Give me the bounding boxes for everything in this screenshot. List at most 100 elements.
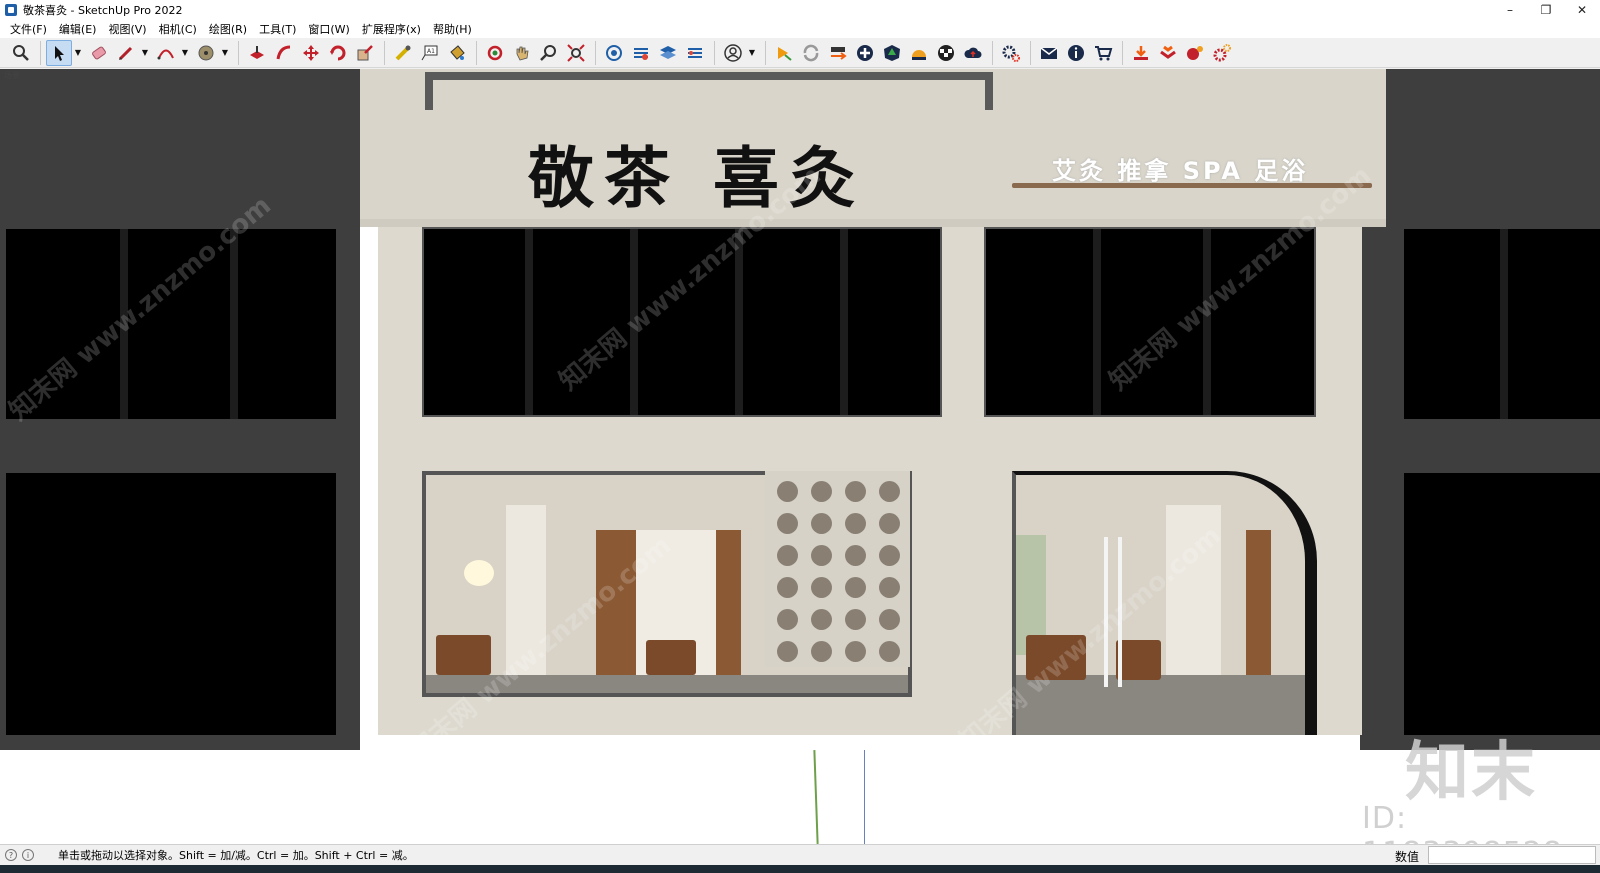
cart-icon bbox=[1095, 45, 1113, 60]
plugin-tool-12[interactable] bbox=[1209, 40, 1235, 66]
rotate-tool[interactable] bbox=[325, 40, 351, 66]
arc-tool[interactable] bbox=[153, 40, 179, 66]
wood-screen bbox=[716, 530, 741, 680]
plugin-tool-4[interactable] bbox=[852, 40, 878, 66]
layer-tool[interactable] bbox=[655, 40, 681, 66]
checker-sphere-icon bbox=[938, 44, 954, 61]
plugin-tool-8[interactable] bbox=[960, 40, 986, 66]
pencil-dropdown-caret[interactable]: ▼ bbox=[140, 40, 150, 66]
perforation-hole bbox=[879, 481, 900, 502]
left-lower-window bbox=[6, 473, 336, 735]
shape-dropdown-caret[interactable]: ▼ bbox=[220, 40, 230, 66]
perforation-hole bbox=[777, 577, 798, 598]
wood-screen bbox=[1246, 530, 1271, 680]
move-tool[interactable] bbox=[298, 40, 324, 66]
cart-tool[interactable] bbox=[1090, 40, 1116, 66]
perforation-hole bbox=[845, 481, 866, 502]
perforation-hole bbox=[845, 513, 866, 534]
perforation-hole bbox=[811, 481, 832, 502]
right-lower-window bbox=[1404, 473, 1600, 735]
extension-warehouse-tool[interactable] bbox=[628, 40, 654, 66]
plugin-tool-2[interactable] bbox=[798, 40, 824, 66]
follow-me-tool[interactable] bbox=[271, 40, 297, 66]
plugin-tool-1[interactable] bbox=[771, 40, 797, 66]
menu-help[interactable]: 帮助(H) bbox=[427, 21, 478, 37]
text-tool[interactable]: A1 bbox=[417, 40, 443, 66]
pan-tool[interactable] bbox=[509, 40, 535, 66]
settings-tool[interactable] bbox=[998, 40, 1024, 66]
warehouse-tool[interactable] bbox=[601, 40, 627, 66]
paint-bucket-tool[interactable] bbox=[444, 40, 470, 66]
credits-icon[interactable]: i bbox=[22, 849, 34, 861]
pencil-tool[interactable] bbox=[113, 40, 139, 66]
half-sun-icon bbox=[912, 49, 926, 60]
account-tool[interactable] bbox=[720, 40, 746, 66]
lounge-chair bbox=[646, 640, 696, 675]
mail-icon bbox=[1040, 46, 1058, 59]
tape-measure-tool[interactable] bbox=[390, 40, 416, 66]
shape-tool[interactable] bbox=[193, 40, 219, 66]
geolocation-icon[interactable]: ? bbox=[5, 849, 17, 861]
right-mullion bbox=[1500, 229, 1508, 419]
menu-view[interactable]: 视图(V) bbox=[102, 21, 152, 37]
plugin-tool-3[interactable] bbox=[825, 40, 851, 66]
menu-tools[interactable]: 工具(T) bbox=[253, 21, 302, 37]
model-viewport[interactable]: 场景 敬茶 喜灸 艾灸 推拿 SPA 足浴 知末网 www.znzmo.com … bbox=[0, 69, 1600, 844]
close-button[interactable]: ✕ bbox=[1564, 0, 1600, 20]
menu-bar: 文件(F) 编辑(E) 视图(V) 相机(C) 绘图(R) 工具(T) 窗口(W… bbox=[0, 20, 1600, 38]
minimize-button[interactable]: – bbox=[1492, 0, 1528, 20]
zoom-extents-tool[interactable] bbox=[563, 40, 589, 66]
maximize-button[interactable]: ❐ bbox=[1528, 0, 1564, 20]
perforation-hole bbox=[879, 545, 900, 566]
warehouse-icon bbox=[606, 44, 622, 61]
toolbar-separator bbox=[595, 40, 596, 65]
info-tool[interactable] bbox=[1063, 40, 1089, 66]
plugin-tool-10[interactable] bbox=[1155, 40, 1181, 66]
perforation-hole bbox=[777, 481, 798, 502]
watermark-id: ID: 1183398528 bbox=[1362, 801, 1562, 844]
plugin-tool-11[interactable] bbox=[1182, 40, 1208, 66]
layers-icon bbox=[660, 45, 676, 59]
menu-camera[interactable]: 相机(C) bbox=[153, 21, 203, 37]
style-builder-icon bbox=[688, 47, 702, 58]
orbit-tool[interactable] bbox=[482, 40, 508, 66]
measurements-label: 数值 bbox=[1395, 850, 1420, 864]
zoom-window-tool[interactable] bbox=[8, 40, 34, 66]
eraser-tool[interactable] bbox=[86, 40, 112, 66]
green-axis-line bbox=[813, 749, 819, 844]
mail-tool[interactable] bbox=[1036, 40, 1062, 66]
perforation-hole bbox=[777, 545, 798, 566]
style-builder-tool[interactable] bbox=[682, 40, 708, 66]
scale-icon bbox=[357, 44, 373, 60]
plugin-tool-5[interactable] bbox=[879, 40, 905, 66]
select-dropdown-caret[interactable]: ▼ bbox=[73, 40, 83, 66]
toolbar-separator bbox=[384, 40, 385, 65]
account-dropdown-caret[interactable]: ▼ bbox=[747, 40, 757, 66]
menu-draw[interactable]: 绘图(R) bbox=[203, 21, 253, 37]
toolbar-separator bbox=[992, 40, 993, 65]
perforation-hole bbox=[777, 609, 798, 630]
move-icon bbox=[303, 44, 319, 61]
toolbar-separator bbox=[40, 40, 41, 65]
perforation-hole bbox=[879, 641, 900, 662]
scene-tab-label[interactable]: 场景 bbox=[4, 70, 20, 81]
window-controls: – ❐ ✕ bbox=[1492, 0, 1600, 20]
status-hint: 单击或拖动以选择对象。Shift = 加/减。Ctrl = 加。Shift + … bbox=[58, 849, 414, 862]
paint-bucket-icon bbox=[450, 44, 465, 60]
menu-edit[interactable]: 编辑(E) bbox=[53, 21, 103, 37]
zoom-tool[interactable] bbox=[536, 40, 562, 66]
perforation-hole bbox=[845, 577, 866, 598]
plugin-tool-7[interactable] bbox=[933, 40, 959, 66]
arc-dropdown-caret[interactable]: ▼ bbox=[180, 40, 190, 66]
arched-entrance[interactable] bbox=[1012, 471, 1317, 735]
plugin-tool-9[interactable] bbox=[1128, 40, 1154, 66]
plugin-tool-6[interactable] bbox=[906, 40, 932, 66]
menu-file[interactable]: 文件(F) bbox=[4, 21, 53, 37]
scale-tool[interactable] bbox=[352, 40, 378, 66]
menu-window[interactable]: 窗口(W) bbox=[302, 21, 355, 37]
toolbar-separator bbox=[765, 40, 766, 65]
select-tool[interactable] bbox=[46, 39, 72, 66]
pushpull-tool[interactable] bbox=[244, 40, 270, 66]
menu-extensions[interactable]: 扩展程序(x) bbox=[356, 21, 427, 37]
measurements-input[interactable] bbox=[1428, 846, 1596, 864]
